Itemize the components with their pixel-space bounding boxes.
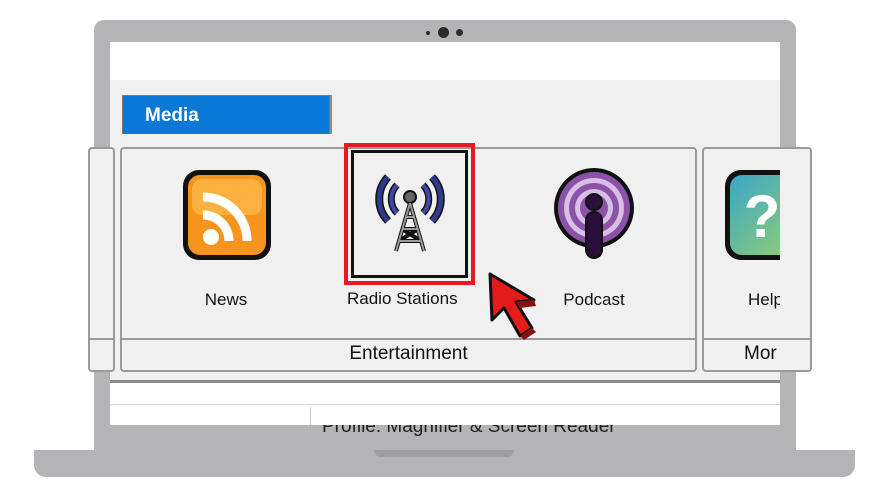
- ribbon-item-podcast-label: Podcast: [563, 290, 625, 309]
- webcam: [424, 27, 466, 39]
- group-label-entertainment: Entertainment: [349, 343, 468, 364]
- lower-vertical-divider: [310, 407, 311, 425]
- ribbon-item-radio-stations[interactable]: Radio Stations: [347, 150, 468, 308]
- ribbon-item-news-label: News: [204, 290, 248, 309]
- tab-media[interactable]: Media: [122, 95, 330, 134]
- ribbon-item-news[interactable]: News: [170, 160, 282, 320]
- ribbon-item-radio-stations-label: Radio Stations: [347, 289, 458, 308]
- profile-clip: Profile: Magnifier & Screen Reader: [110, 425, 780, 450]
- lower-divider-line: [110, 404, 780, 405]
- laptop-notch: [374, 450, 514, 457]
- rss-icon: [183, 170, 271, 260]
- svg-text:?: ?: [744, 183, 780, 250]
- group-label-more: Mor: [744, 343, 777, 364]
- radio-tower-icon: [375, 174, 445, 252]
- title-area: [110, 42, 780, 80]
- ribbon-item-help-label: Help: [748, 290, 780, 309]
- mouse-cursor-icon: [488, 272, 536, 340]
- tab-media-label: Media: [145, 105, 199, 126]
- ribbon-group-left: [88, 147, 115, 372]
- ribbon-item-help[interactable]: ? Help: [718, 160, 780, 320]
- help-icon: ?: [725, 170, 780, 260]
- ribbon-item-podcast[interactable]: Podcast: [540, 160, 648, 320]
- podcast-icon: [554, 168, 634, 259]
- profile-label: Profile: Magnifier & Screen Reader: [322, 425, 616, 437]
